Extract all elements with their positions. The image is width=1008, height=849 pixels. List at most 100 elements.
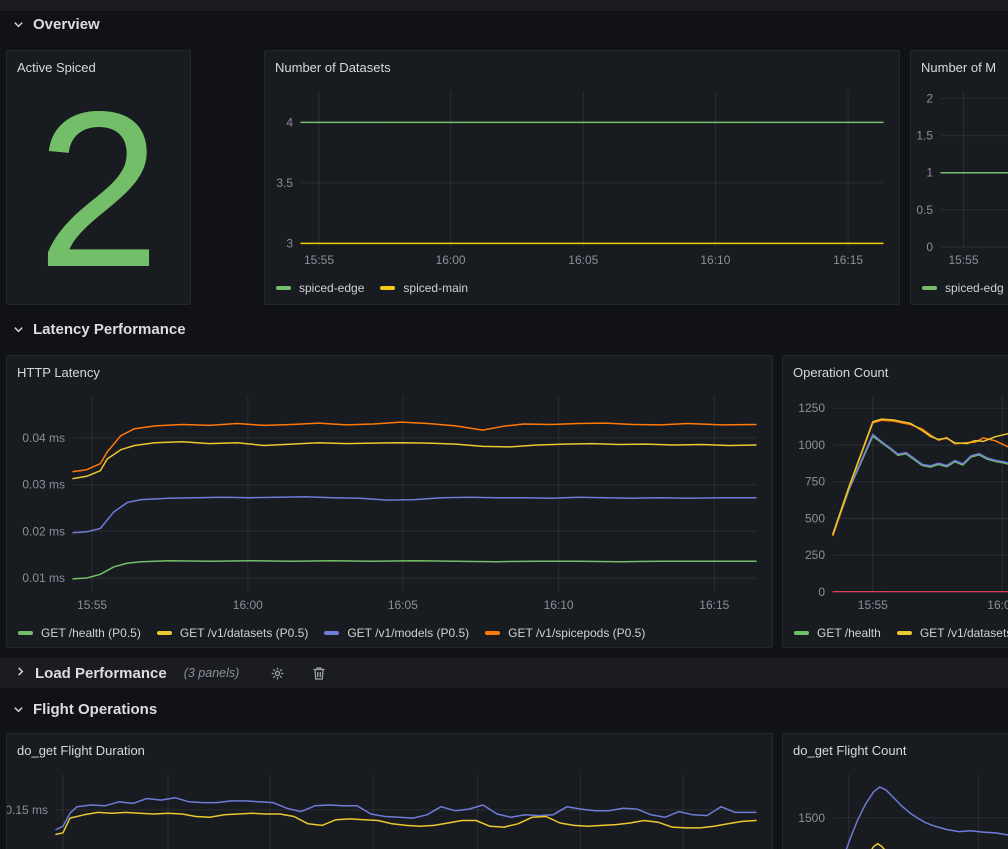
legend-label: GET /v1/datasets	[920, 626, 1008, 640]
svg-text:1500: 1500	[798, 811, 825, 825]
legend-swatch-icon	[794, 631, 809, 635]
section-title: Load Performance	[35, 665, 167, 682]
svg-text:16:00: 16:00	[436, 253, 466, 267]
legend-item[interactable]: GET /v1/spicepods (P0.5)	[485, 626, 645, 640]
svg-text:3: 3	[286, 236, 293, 250]
svg-text:16:10: 16:10	[544, 598, 574, 612]
section-header-overview[interactable]: Overview	[13, 16, 100, 33]
svg-text:500: 500	[805, 512, 825, 526]
panel-title[interactable]: Operation Count	[783, 356, 1008, 390]
legend-swatch-icon	[18, 631, 33, 635]
legend-swatch-icon	[157, 631, 172, 635]
legend-label: GET /health (P0.5)	[41, 626, 141, 640]
operation-count-chart[interactable]: 02505007501000125015:5516:0016:05	[783, 390, 1008, 618]
models-chart[interactable]: 0 0.5 1 1.5 2 15:55	[911, 85, 1008, 273]
section-title: Flight Operations	[33, 701, 157, 718]
row-delete-button[interactable]	[312, 666, 326, 681]
gear-icon	[270, 666, 285, 681]
svg-text:1.5: 1.5	[916, 129, 933, 143]
trash-icon	[312, 666, 326, 681]
stat-value-wrap: 2	[7, 81, 190, 298]
svg-text:0.01 ms: 0.01 ms	[22, 571, 65, 585]
panel-number-of-models: Number of M 0 0.5 1 1.5 2 15:55 spiced-edg	[910, 50, 1008, 305]
svg-text:250: 250	[805, 548, 825, 562]
chevron-down-icon	[13, 704, 24, 715]
legend-swatch-icon	[922, 286, 937, 290]
panel-number-of-datasets: Number of Datasets 3 3.5 4 15:55 16:00 16:05 1…	[264, 50, 900, 305]
legend-swatch-icon	[276, 286, 291, 290]
svg-text:0.15 ms: 0.15 ms	[7, 803, 48, 817]
legend-label: GET /v1/datasets (P0.5)	[180, 626, 309, 640]
section-header-load-performance[interactable]: Load Performance (3 panels)	[0, 658, 1008, 688]
panel-do-get-flight-duration: do_get Flight Duration 0.15 ms	[6, 733, 773, 849]
legend-item[interactable]: GET /v1/models (P0.5)	[324, 626, 469, 640]
legend-label: spiced-edge	[299, 281, 364, 295]
legend: spiced-edg	[911, 275, 1008, 301]
svg-text:15:55: 15:55	[948, 253, 978, 267]
legend-swatch-icon	[380, 286, 395, 290]
panel-do-get-flight-count: do_get Flight Count 1500	[782, 733, 1008, 849]
svg-text:15:55: 15:55	[858, 598, 888, 612]
legend-item[interactable]: GET /health	[794, 626, 881, 640]
panel-title[interactable]: do_get Flight Duration	[7, 734, 772, 768]
panel-active-spiced: Active Spiced 2	[6, 50, 191, 305]
svg-text:15:55: 15:55	[304, 253, 334, 267]
legend-item[interactable]: spiced-main	[380, 281, 468, 295]
svg-text:16:00: 16:00	[233, 598, 263, 612]
svg-text:16:05: 16:05	[388, 598, 418, 612]
row-settings-button[interactable]	[270, 666, 285, 681]
legend-item[interactable]: GET /v1/datasets (P0.5)	[157, 626, 309, 640]
svg-text:0.5: 0.5	[916, 203, 933, 217]
svg-text:4: 4	[286, 115, 293, 129]
svg-text:1250: 1250	[798, 401, 825, 415]
legend-item[interactable]: GET /health (P0.5)	[18, 626, 141, 640]
legend-item[interactable]: GET /v1/datasets	[897, 626, 1008, 640]
toolbar-bottom-strip	[0, 0, 1008, 12]
chevron-right-icon	[15, 664, 26, 682]
section-title: Latency Performance	[33, 321, 186, 338]
legend-label: GET /health	[817, 626, 881, 640]
panel-http-latency: HTTP Latency 0.01 ms 0.02 ms 0.03 ms 0.04 m…	[6, 355, 773, 648]
svg-text:0: 0	[926, 240, 933, 254]
legend-label: spiced-main	[403, 281, 468, 295]
legend-item[interactable]: spiced-edge	[276, 281, 364, 295]
svg-text:16:05: 16:05	[568, 253, 598, 267]
datasets-chart[interactable]: 3 3.5 4 15:55 16:00 16:05 16:10 16:15	[265, 85, 899, 273]
flight-duration-chart[interactable]: 0.15 ms	[7, 768, 772, 849]
stat-value: 2	[37, 79, 160, 301]
svg-text:0.02 ms: 0.02 ms	[22, 524, 65, 538]
http-latency-chart[interactable]: 0.01 ms 0.02 ms 0.03 ms 0.04 ms 15:55 16:00 16…	[7, 390, 772, 618]
legend-swatch-icon	[897, 631, 912, 635]
svg-text:3.5: 3.5	[276, 176, 293, 190]
svg-text:15:55: 15:55	[77, 598, 107, 612]
legend: GET /health (P0.5) GET /v1/datasets (P0.5…	[7, 620, 772, 646]
section-header-flight-operations[interactable]: Flight Operations	[13, 701, 157, 718]
svg-text:750: 750	[805, 475, 825, 489]
legend-item[interactable]: spiced-edg	[922, 281, 1004, 295]
svg-text:16:00: 16:00	[987, 598, 1008, 612]
panel-title[interactable]: do_get Flight Count	[783, 734, 1008, 768]
panel-title[interactable]: Number of M	[911, 51, 1008, 85]
svg-text:0.03 ms: 0.03 ms	[22, 478, 65, 492]
legend: GET /health GET /v1/datasets	[783, 620, 1008, 646]
chevron-down-icon	[13, 324, 24, 335]
svg-text:16:15: 16:15	[833, 253, 863, 267]
panel-operation-count: Operation Count 0 250 500 750 1000 1250 15:55 1…	[782, 355, 1008, 648]
svg-text:0.04 ms: 0.04 ms	[22, 431, 65, 445]
flight-count-chart[interactable]: 1500	[783, 768, 1008, 849]
svg-text:1000: 1000	[798, 438, 825, 452]
legend-label: GET /v1/models (P0.5)	[347, 626, 469, 640]
legend-swatch-icon	[324, 631, 339, 635]
section-title: Overview	[33, 16, 100, 33]
legend-swatch-icon	[485, 631, 500, 635]
section-header-latency-performance[interactable]: Latency Performance	[13, 321, 186, 338]
panel-title[interactable]: HTTP Latency	[7, 356, 772, 390]
panel-title[interactable]: Number of Datasets	[265, 51, 899, 85]
svg-text:2: 2	[926, 91, 933, 105]
panel-count-badge: (3 panels)	[184, 666, 240, 680]
legend-label: spiced-edg	[945, 281, 1004, 295]
svg-text:16:15: 16:15	[699, 598, 729, 612]
svg-text:1: 1	[926, 166, 933, 180]
svg-text:0: 0	[818, 585, 825, 599]
svg-text:16:10: 16:10	[700, 253, 730, 267]
